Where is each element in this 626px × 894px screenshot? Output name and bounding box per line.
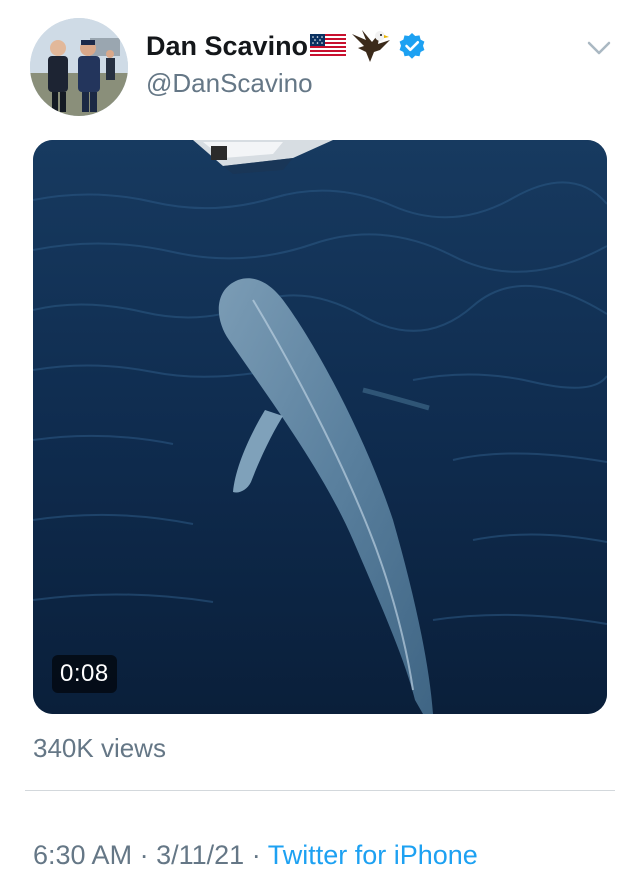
handle[interactable]: @DanScavino: [146, 68, 313, 99]
tweet-date[interactable]: 3/11/21: [156, 840, 244, 870]
video-duration: 0:08: [52, 655, 117, 693]
divider: [25, 790, 615, 791]
display-name-row[interactable]: Dan Scavino: [146, 26, 426, 66]
meta-separator: ·: [139, 840, 149, 870]
tweet-meta: 6:30 AM · 3/11/21 · Twitter for iPhone: [33, 840, 478, 871]
video-player[interactable]: [33, 140, 607, 714]
tweet-source-link[interactable]: Twitter for iPhone: [268, 840, 478, 870]
avatar-image: [30, 18, 128, 116]
tweet-time[interactable]: 6:30 AM: [33, 840, 132, 870]
chevron-down-icon[interactable]: [586, 38, 612, 58]
view-count: 340K views: [33, 733, 166, 763]
video-thumbnail: [33, 140, 607, 714]
display-name[interactable]: Dan Scavino: [146, 31, 308, 62]
meta-separator: ·: [251, 840, 261, 870]
avatar[interactable]: [30, 18, 128, 116]
eagle-icon: [350, 26, 392, 66]
flag-icon: [310, 34, 347, 58]
verified-icon: [398, 32, 426, 60]
